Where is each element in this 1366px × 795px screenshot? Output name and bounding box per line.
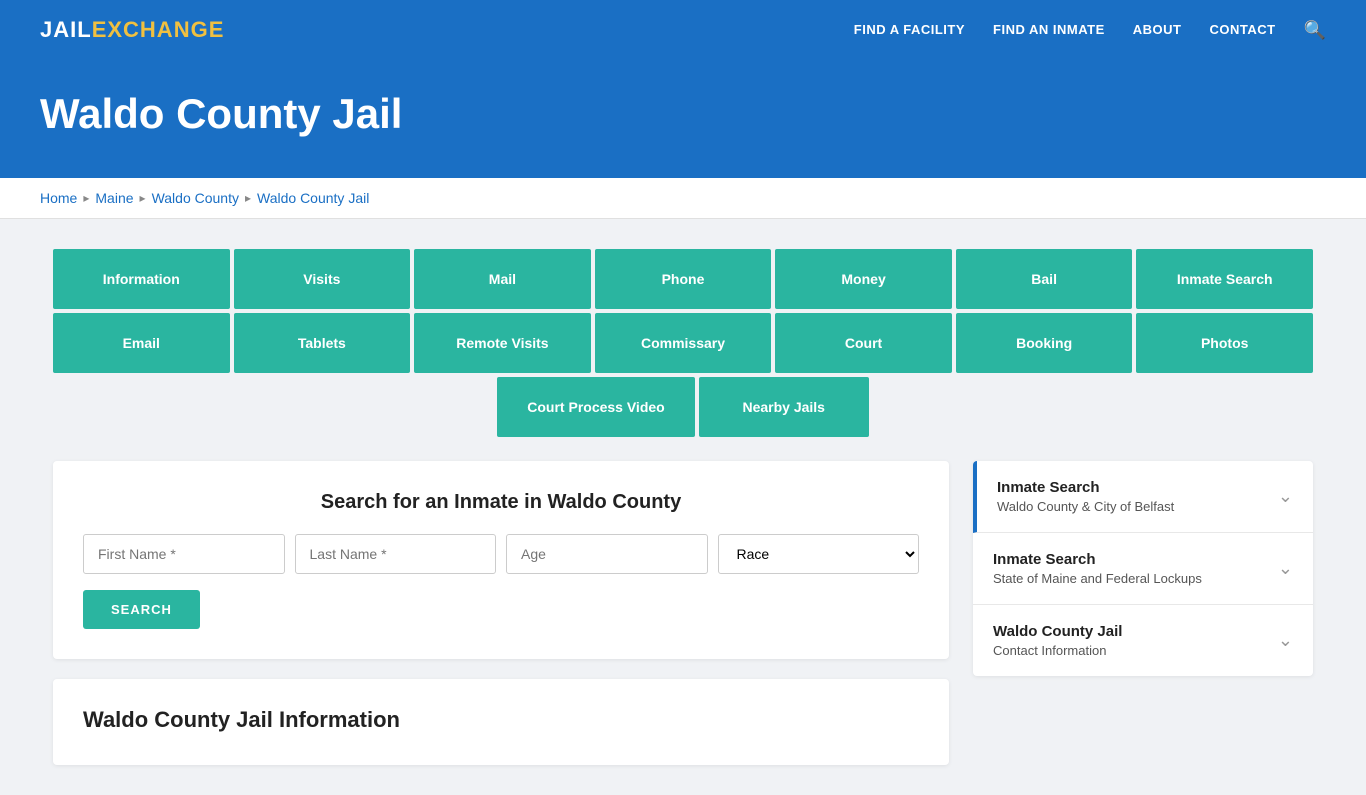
btn-inmate-search[interactable]: Inmate Search — [1136, 249, 1313, 309]
sidebar-title-3: Waldo County Jail — [993, 623, 1122, 640]
btn-photos[interactable]: Photos — [1136, 313, 1313, 373]
nav-contact[interactable]: CONTACT — [1209, 21, 1275, 39]
btn-court[interactable]: Court — [775, 313, 952, 373]
age-input[interactable] — [506, 534, 708, 574]
search-fields: Race White Black Hispanic Asian Other — [83, 534, 919, 574]
btn-information[interactable]: Information — [53, 249, 230, 309]
sidebar-card: Inmate Search Waldo County & City of Bel… — [973, 461, 1313, 676]
nav-links: FIND A FACILITY FIND AN INMATE ABOUT CON… — [854, 20, 1326, 41]
sidebar-subtitle-3: Contact Information — [993, 643, 1122, 658]
breadcrumb-bar: Home ▸ Maine ▸ Waldo County ▸ Waldo Coun… — [0, 178, 1366, 219]
btn-nearby-jails[interactable]: Nearby Jails — [699, 377, 869, 437]
chevron-down-icon-3: ⌄ — [1278, 630, 1293, 651]
breadcrumb-home[interactable]: Home — [40, 190, 77, 206]
hero-section: Waldo County Jail — [0, 60, 1366, 178]
last-name-input[interactable] — [295, 534, 497, 574]
category-grid-row1: Information Visits Mail Phone Money Bail… — [53, 249, 1313, 309]
navbar: JAILEXCHANGE FIND A FACILITY FIND AN INM… — [0, 0, 1366, 60]
sidebar-item-contact-info[interactable]: Waldo County Jail Contact Information ⌄ — [973, 605, 1313, 676]
main-content: Information Visits Mail Phone Money Bail… — [33, 219, 1333, 795]
breadcrumb-maine[interactable]: Maine — [95, 190, 133, 206]
nav-find-facility[interactable]: FIND A FACILITY — [854, 21, 965, 39]
sidebar-title-2: Inmate Search — [993, 551, 1202, 568]
btn-money[interactable]: Money — [775, 249, 952, 309]
btn-mail[interactable]: Mail — [414, 249, 591, 309]
nav-search-icon[interactable]: 🔍 — [1304, 20, 1326, 41]
page-title: Waldo County Jail — [40, 90, 1326, 138]
btn-commissary[interactable]: Commissary — [595, 313, 772, 373]
nav-find-inmate[interactable]: FIND AN INMATE — [993, 21, 1105, 39]
content-layout: Search for an Inmate in Waldo County Rac… — [53, 461, 1313, 765]
btn-court-process-video[interactable]: Court Process Video — [497, 377, 694, 437]
breadcrumb: Home ▸ Maine ▸ Waldo County ▸ Waldo Coun… — [40, 190, 1326, 206]
jail-info-title: Waldo County Jail Information — [83, 707, 919, 733]
race-select[interactable]: Race White Black Hispanic Asian Other — [718, 534, 920, 574]
btn-phone[interactable]: Phone — [595, 249, 772, 309]
btn-booking[interactable]: Booking — [956, 313, 1133, 373]
chevron-down-icon-2: ⌄ — [1278, 558, 1293, 579]
jail-info-section: Waldo County Jail Information — [53, 679, 949, 765]
category-grid-row2: Email Tablets Remote Visits Commissary C… — [53, 313, 1313, 373]
logo-exchange: EXCHANGE — [92, 17, 225, 42]
breadcrumb-current: Waldo County Jail — [257, 190, 369, 206]
left-column: Search for an Inmate in Waldo County Rac… — [53, 461, 949, 765]
sidebar-subtitle-2: State of Maine and Federal Lockups — [993, 571, 1202, 586]
chevron-down-icon-1: ⌄ — [1278, 486, 1293, 507]
btn-remote-visits[interactable]: Remote Visits — [414, 313, 591, 373]
site-logo[interactable]: JAILEXCHANGE — [40, 17, 224, 43]
btn-email[interactable]: Email — [53, 313, 230, 373]
breadcrumb-sep-1: ▸ — [83, 191, 89, 205]
search-title: Search for an Inmate in Waldo County — [83, 491, 919, 514]
breadcrumb-sep-2: ▸ — [140, 191, 146, 205]
sidebar-title-1: Inmate Search — [997, 479, 1174, 496]
nav-about[interactable]: ABOUT — [1133, 21, 1182, 39]
sidebar-subtitle-1: Waldo County & City of Belfast — [997, 499, 1174, 514]
search-button[interactable]: SEARCH — [83, 590, 200, 629]
btn-visits[interactable]: Visits — [234, 249, 411, 309]
btn-bail[interactable]: Bail — [956, 249, 1133, 309]
logo-jail: JAIL — [40, 17, 92, 42]
breadcrumb-waldo-county[interactable]: Waldo County — [152, 190, 239, 206]
sidebar-item-inmate-search-waldo[interactable]: Inmate Search Waldo County & City of Bel… — [973, 461, 1313, 533]
right-sidebar: Inmate Search Waldo County & City of Bel… — [973, 461, 1313, 676]
first-name-input[interactable] — [83, 534, 285, 574]
inmate-search-box: Search for an Inmate in Waldo County Rac… — [53, 461, 949, 659]
sidebar-item-inmate-search-maine[interactable]: Inmate Search State of Maine and Federal… — [973, 533, 1313, 605]
category-grid-row3: Court Process Video Nearby Jails — [53, 377, 1313, 437]
breadcrumb-sep-3: ▸ — [245, 191, 251, 205]
btn-tablets[interactable]: Tablets — [234, 313, 411, 373]
